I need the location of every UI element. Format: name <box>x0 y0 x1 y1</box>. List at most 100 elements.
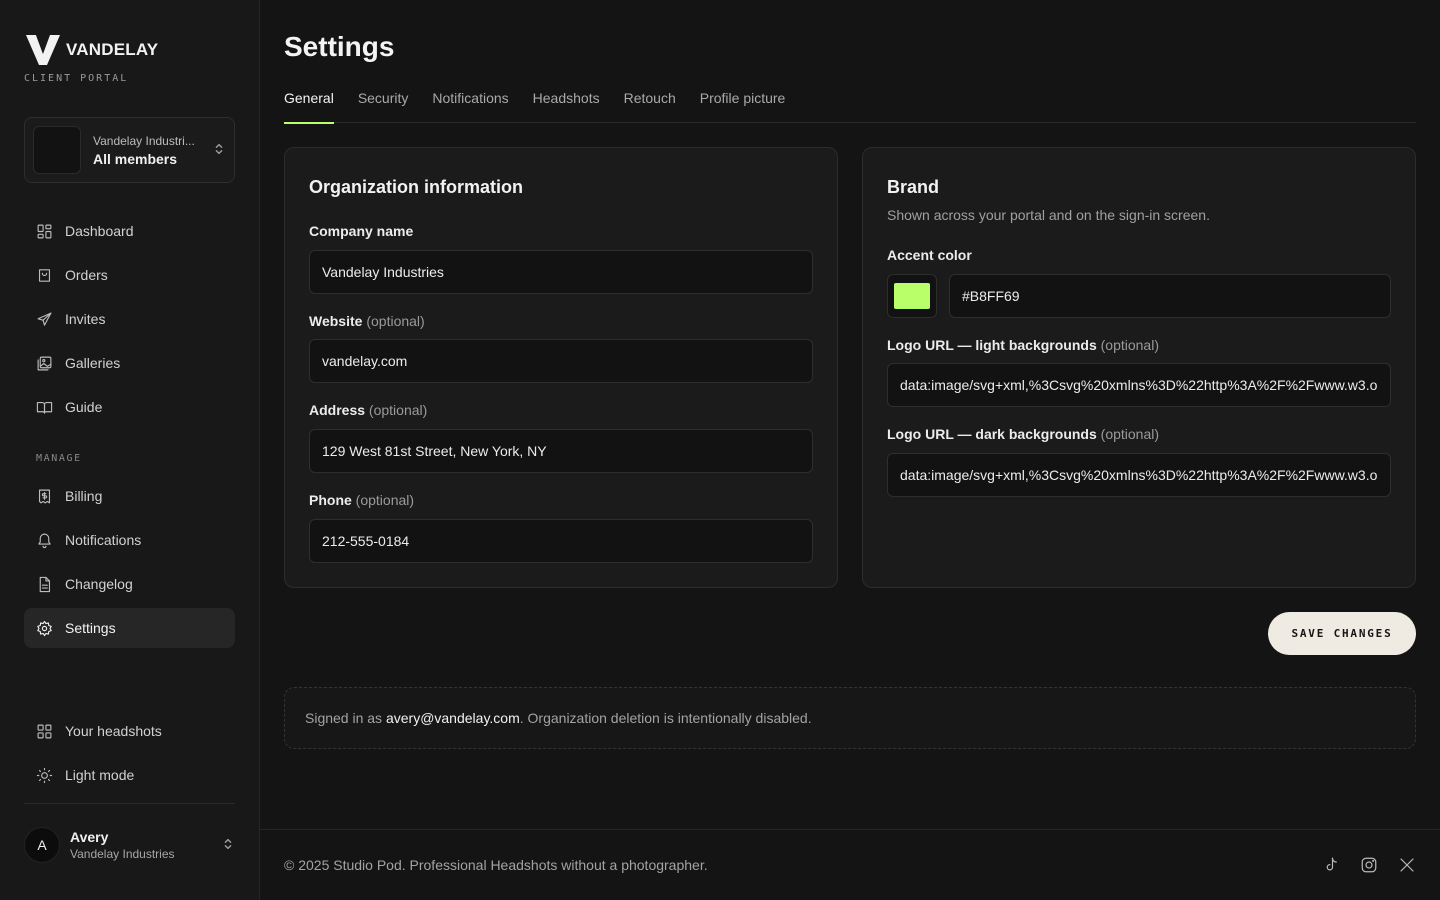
user-menu[interactable]: A Avery Vandelay Industries <box>24 826 235 864</box>
send-icon <box>36 311 53 328</box>
optional-hint: (optional) <box>355 492 415 508</box>
sidebar-item-orders[interactable]: Orders <box>24 255 235 295</box>
card-title: Organization information <box>309 177 523 197</box>
label-text: Phone <box>309 492 352 508</box>
sidebar-item-your-headshots[interactable]: Your headshots <box>24 711 235 751</box>
website-label: Website (optional) <box>309 313 425 329</box>
document-icon <box>36 576 53 593</box>
org-name: Vandelay Industri... <box>93 133 195 148</box>
logo-dark-label: Logo URL — dark backgrounds (optional) <box>887 426 1159 442</box>
sidebar-item-settings[interactable]: Settings <box>24 608 235 648</box>
signed-in-notice: Signed in as avery@vandelay.com. Organiz… <box>284 687 1416 749</box>
sidebar-item-label: Billing <box>65 488 103 504</box>
sidebar-divider <box>24 803 235 804</box>
accent-color-picker[interactable] <box>887 274 937 318</box>
org-logo-placeholder <box>33 126 81 174</box>
social-links <box>1302 856 1416 874</box>
tab-notifications[interactable]: Notifications <box>432 90 508 123</box>
org-scope: All members <box>93 150 178 167</box>
label-text: Accent color <box>887 247 972 263</box>
sidebar-item-label: Changelog <box>65 576 133 592</box>
sidebar-item-label: Galleries <box>65 355 121 371</box>
sidebar-item-changelog[interactable]: Changelog <box>24 564 235 604</box>
optional-hint: (optional) <box>1100 426 1160 442</box>
user-name: Avery <box>70 829 109 845</box>
tab-security[interactable]: Security <box>358 90 409 123</box>
signed-in-email: avery@vandelay.com <box>385 710 520 726</box>
address-input[interactable] <box>309 429 813 473</box>
tab-retouch[interactable]: Retouch <box>624 90 676 123</box>
sidebar: VANDELAY CLIENT PORTAL Vandelay Industri… <box>0 0 260 900</box>
signed-in-suffix: . Organization deletion is intentionally… <box>519 710 812 726</box>
sun-icon <box>36 767 53 784</box>
bell-icon <box>36 532 53 549</box>
save-changes-button[interactable]: SAVE CHANGES <box>1268 612 1416 655</box>
tab-profile-picture[interactable]: Profile picture <box>700 90 786 123</box>
label-text: Company name <box>309 223 414 239</box>
logo-dark-url-input[interactable] <box>887 453 1391 497</box>
sidebar-item-billing[interactable]: Billing <box>24 476 235 516</box>
accent-color-swatch <box>894 283 930 309</box>
settings-tabs: General Security Notifications Headshots… <box>284 90 1416 124</box>
label-text: Logo URL — light backgrounds <box>887 337 1097 353</box>
billing-icon <box>36 488 53 505</box>
tab-general[interactable]: General <box>284 90 334 124</box>
brand-name: VANDELAY <box>66 40 159 59</box>
sidebar-item-label: Invites <box>65 311 106 327</box>
brand-card: Brand Shown across your portal and on th… <box>862 147 1416 588</box>
sidebar-item-label: Orders <box>65 267 108 283</box>
sidebar-item-label: Guide <box>65 399 103 415</box>
sidebar-manage-nav: Billing Notifications Changelog Settings <box>24 476 235 652</box>
sidebar-item-label: Settings <box>65 620 116 636</box>
footer-copyright: © 2025 Studio Pod. Professional Headshot… <box>284 857 708 873</box>
address-label: Address (optional) <box>309 402 427 418</box>
optional-hint: (optional) <box>366 313 425 329</box>
sidebar-main-nav: Dashboard Orders Invites Galleries Guide <box>24 211 235 431</box>
sidebar-item-light-mode[interactable]: Light mode <box>24 755 235 795</box>
tiktok-icon[interactable] <box>1322 856 1340 874</box>
vandelay-logo-icon <box>26 35 60 65</box>
sidebar-item-galleries[interactable]: Galleries <box>24 343 235 383</box>
page-title: Settings <box>284 31 395 62</box>
footer: © 2025 Studio Pod. Professional Headshot… <box>260 829 1440 900</box>
brand-logo[interactable]: VANDELAY <box>26 35 158 65</box>
chevron-up-down-icon <box>221 837 235 854</box>
phone-label: Phone (optional) <box>309 492 414 508</box>
dashboard-icon <box>36 223 53 240</box>
company-name-label: Company name <box>309 223 413 239</box>
tab-headshots[interactable]: Headshots <box>533 90 600 123</box>
card-title: Brand <box>887 177 940 197</box>
avatar: A <box>24 827 60 863</box>
label-text: Logo URL — dark backgrounds <box>887 426 1097 442</box>
logo-light-url-input[interactable] <box>887 363 1391 407</box>
sidebar-item-notifications[interactable]: Notifications <box>24 520 235 560</box>
x-icon[interactable] <box>1398 856 1416 874</box>
sidebar-item-label: Your headshots <box>65 723 162 739</box>
gallery-icon <box>36 355 53 372</box>
sidebar-item-dashboard[interactable]: Dashboard <box>24 211 235 251</box>
optional-hint: (optional) <box>368 402 428 418</box>
label-text: Website <box>309 313 363 329</box>
accent-color-label: Accent color <box>887 247 972 263</box>
sidebar-item-guide[interactable]: Guide <box>24 387 235 427</box>
section-label-manage: MANAGE <box>36 453 82 464</box>
instagram-icon[interactable] <box>1360 856 1378 874</box>
user-org: Vandelay Industries <box>70 847 175 861</box>
logo-light-label: Logo URL — light backgrounds (optional) <box>887 337 1159 353</box>
grid-icon <box>36 723 53 740</box>
sidebar-bottom-nav: Your headshots Light mode <box>24 711 235 799</box>
chevron-up-down-icon <box>212 142 226 159</box>
accent-color-input[interactable] <box>949 274 1391 318</box>
gear-icon <box>36 620 53 637</box>
sidebar-item-label: Dashboard <box>65 223 134 239</box>
shopping-bag-icon <box>36 267 53 284</box>
sidebar-item-invites[interactable]: Invites <box>24 299 235 339</box>
phone-input[interactable] <box>309 519 813 563</box>
org-switcher[interactable]: Vandelay Industri... All members <box>24 117 235 183</box>
sidebar-item-label: Notifications <box>65 532 142 548</box>
website-input[interactable] <box>309 339 813 383</box>
book-icon <box>36 399 53 416</box>
company-name-input[interactable] <box>309 250 813 294</box>
brand-subtitle: CLIENT PORTAL <box>24 73 129 84</box>
sidebar-item-label: Light mode <box>65 767 135 783</box>
